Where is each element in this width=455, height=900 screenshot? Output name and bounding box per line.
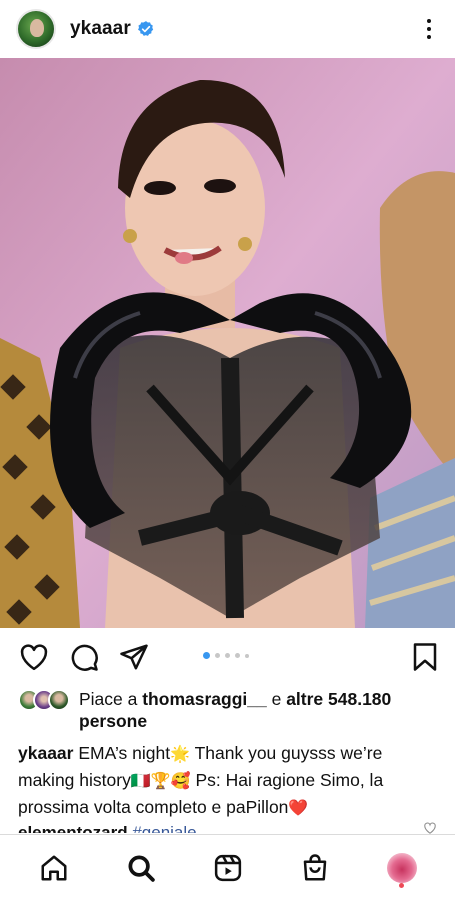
comment-icon (71, 644, 98, 671)
comment-like-icon[interactable] (423, 822, 437, 834)
liker-avatars (18, 689, 70, 732)
nav-reels[interactable] (208, 848, 248, 888)
save-button[interactable] (409, 641, 441, 673)
caption-text-1: EMA’s night (73, 743, 171, 763)
dot (427, 19, 431, 23)
send-icon (120, 644, 148, 670)
search-icon (128, 855, 155, 882)
comment-button[interactable] (68, 641, 100, 673)
bookmark-icon (413, 643, 437, 671)
post-actions (0, 628, 455, 686)
post-caption: ykaaar EMA’s night🌟 Thank you guysss we’… (18, 740, 443, 821)
nav-shop[interactable] (295, 848, 335, 888)
carousel-dot (215, 653, 220, 658)
post-username[interactable]: ykaaar (70, 18, 131, 40)
carousel-dot-active (203, 652, 210, 659)
nav-profile[interactable] (382, 848, 422, 888)
likes-text: Piace a thomasraggi__ e altre 548.180 per… (79, 688, 391, 732)
more-options-button[interactable] (417, 14, 441, 44)
shop-icon (303, 853, 326, 880)
profile-avatar[interactable] (16, 9, 56, 49)
likes-summary[interactable]: Piace a thomasraggi__ e altre 548.180 per… (18, 688, 443, 732)
caption-username[interactable]: ykaaar (18, 743, 73, 763)
profile-icon (386, 852, 417, 883)
likes-suffix[interactable]: persone (79, 711, 147, 731)
carousel-dot (245, 653, 249, 658)
bottom-navigation (0, 834, 455, 900)
post-header: ykaaar (0, 0, 455, 58)
likes-others[interactable]: altre 548.180 (286, 689, 391, 709)
star-emoji: 🌟 (170, 744, 191, 763)
nav-home[interactable] (34, 848, 74, 888)
reels-icon (214, 854, 241, 881)
post-photo[interactable] (0, 58, 455, 628)
dot (427, 27, 431, 31)
like-button[interactable] (18, 641, 50, 673)
notification-dot (399, 882, 404, 888)
verified-badge-icon (137, 21, 154, 36)
carousel-indicator (203, 652, 249, 659)
likes-prefix: Piace a (79, 689, 143, 709)
dot (427, 35, 431, 39)
comment-preview[interactable]: elementozard #geniale (18, 821, 438, 833)
comment-hashtag[interactable]: #geniale (132, 823, 196, 833)
likes-first-user[interactable]: thomasraggi__ (142, 689, 266, 709)
heart-emoji: ❤️ (288, 798, 309, 817)
heart-icon (20, 644, 48, 671)
comment-username[interactable]: elementozard (18, 823, 128, 833)
nav-search[interactable] (121, 848, 161, 888)
likes-middle: e (266, 689, 287, 709)
share-button[interactable] (118, 641, 150, 673)
liker-avatar (48, 689, 70, 711)
post-photo-illustration (0, 58, 455, 628)
flag-trophy-emoji: 🇮🇹🏆🥰 (130, 771, 191, 790)
carousel-dot (235, 653, 240, 658)
carousel-dot (225, 653, 230, 658)
home-icon (41, 855, 66, 880)
